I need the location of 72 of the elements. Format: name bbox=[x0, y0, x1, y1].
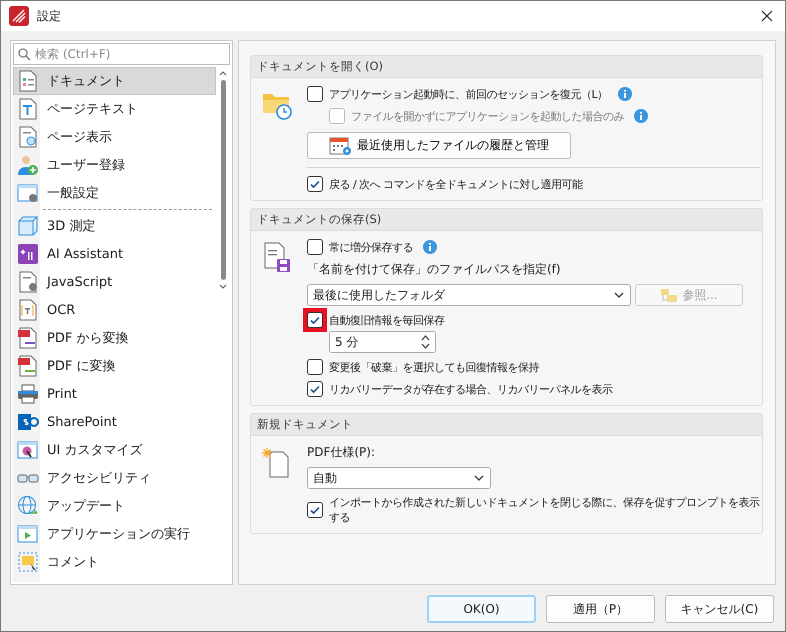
sidebar-item[interactable]: アップデート bbox=[13, 492, 216, 520]
field-label: 「名前を付けて保存」のファイルパスを指定(f) bbox=[307, 261, 562, 278]
checkbox[interactable] bbox=[307, 502, 323, 518]
sparkle-square-icon bbox=[17, 243, 39, 265]
sidebar-item[interactable]: ユーザー登録 bbox=[13, 151, 216, 179]
checkbox-label: 変更後「破棄」を選択しても回復情報を保持 bbox=[329, 360, 539, 374]
document-list-icon bbox=[17, 70, 39, 92]
dropdown[interactable]: 最後に使用したフォルダ bbox=[307, 284, 631, 306]
check-icon bbox=[309, 383, 321, 395]
checkbox-label: 常に増分保存する bbox=[329, 240, 413, 254]
sidebar-item[interactable]: SharePoint bbox=[13, 408, 216, 436]
cube-icon bbox=[17, 215, 39, 237]
dialog-button[interactable]: 適用（P） bbox=[546, 595, 655, 623]
field-label: PDF仕様(P): bbox=[307, 444, 376, 461]
sidebar-item[interactable]: ドキュメント bbox=[13, 67, 216, 95]
checkbox-label: リカバリーデータが存在する場合、リカバリーパネルを表示 bbox=[329, 382, 612, 396]
checkbox[interactable] bbox=[307, 381, 323, 397]
sidebar-item[interactable]: コメント bbox=[13, 548, 216, 576]
sidebar-item[interactable]: PDF に変換 bbox=[13, 352, 216, 380]
folders-icon bbox=[660, 287, 678, 303]
group-title: 新規ドキュメント bbox=[251, 414, 762, 436]
sidebar-item[interactable]: ページテキスト bbox=[13, 95, 216, 123]
chevron-down-icon bbox=[614, 292, 624, 298]
checkbox-label: インポートから作成された新しいドキュメントを閉じる際に、保存を促すプロンプトを表示する bbox=[329, 495, 760, 525]
text-page-icon bbox=[17, 98, 39, 120]
close-icon[interactable] bbox=[761, 10, 773, 22]
dialog-button[interactable]: キャンセル(C) bbox=[665, 595, 774, 623]
scroll-down-icon[interactable] bbox=[219, 284, 227, 289]
sidebar-item[interactable]: OCR bbox=[13, 296, 216, 324]
sidebar-item[interactable]: 一般設定 bbox=[13, 179, 216, 207]
checkbox[interactable] bbox=[307, 86, 323, 102]
group-title: ドキュメントを開く(O) bbox=[251, 56, 762, 78]
globe-icon bbox=[17, 495, 39, 517]
scroll-up-icon[interactable] bbox=[219, 71, 227, 76]
sidebar-item[interactable]: アプリケーションの実行 bbox=[13, 520, 216, 548]
checkbox[interactable] bbox=[307, 359, 323, 375]
dialog-button[interactable]: OK(O) bbox=[427, 595, 536, 623]
printer-icon bbox=[17, 383, 39, 405]
search-field[interactable]: 検索 (Ctrl+F) bbox=[13, 43, 230, 65]
checkbox[interactable] bbox=[307, 239, 323, 255]
chevron-down-icon bbox=[474, 475, 484, 481]
check-icon bbox=[309, 504, 321, 516]
sidebar-item[interactable]: 3D 測定 bbox=[13, 212, 216, 240]
check-icon bbox=[309, 314, 321, 326]
sidebar-item[interactable]: アクセシビリティ bbox=[13, 464, 216, 492]
share-square-icon bbox=[17, 411, 39, 433]
checkbox-label: 戻る / 次へ コマンドを全ドキュメントに対し適用可能 bbox=[329, 176, 583, 192]
palette-window-icon bbox=[17, 439, 39, 461]
sidebar-item[interactable]: Print bbox=[13, 380, 216, 408]
sidebar-item[interactable]: JavaScript bbox=[13, 268, 216, 296]
checkbox[interactable] bbox=[307, 312, 323, 328]
sidebar-item[interactable]: AI Assistant bbox=[13, 240, 216, 268]
up-down-arrows-icon[interactable] bbox=[421, 334, 430, 350]
checkbox[interactable] bbox=[307, 176, 323, 192]
play-window-icon bbox=[17, 523, 39, 545]
comment-icon bbox=[17, 551, 39, 573]
recent-files-button[interactable]: 最近使用したファイルの履歴と管理 bbox=[307, 132, 571, 159]
window-title: 設定 bbox=[37, 8, 62, 24]
sidebar-item[interactable]: UI カスタマイズ bbox=[13, 436, 216, 464]
user-add-icon bbox=[17, 154, 39, 176]
sidebar-item[interactable]: ページ表示 bbox=[13, 123, 216, 151]
checkbox-label: ファイルを開かずにアプリケーションを起動した場合のみ bbox=[351, 108, 624, 124]
bracket-page-icon bbox=[17, 299, 39, 321]
checkbox-label: 自動復旧情報を毎回保存 bbox=[329, 312, 444, 328]
sidebar-item[interactable]: PDF から変換 bbox=[13, 324, 216, 352]
group-title: ドキュメントの保存(S) bbox=[251, 209, 762, 231]
dropdown[interactable]: 自動 bbox=[307, 467, 491, 489]
app-logo-icon bbox=[9, 6, 29, 26]
checkbox-label: アプリケーション起動時に、前回のセッションを復元（L） bbox=[329, 86, 608, 102]
minutes-spinner[interactable]: 5 分 bbox=[329, 331, 436, 353]
page-magnifier-icon bbox=[17, 126, 39, 148]
check-icon bbox=[309, 178, 321, 190]
